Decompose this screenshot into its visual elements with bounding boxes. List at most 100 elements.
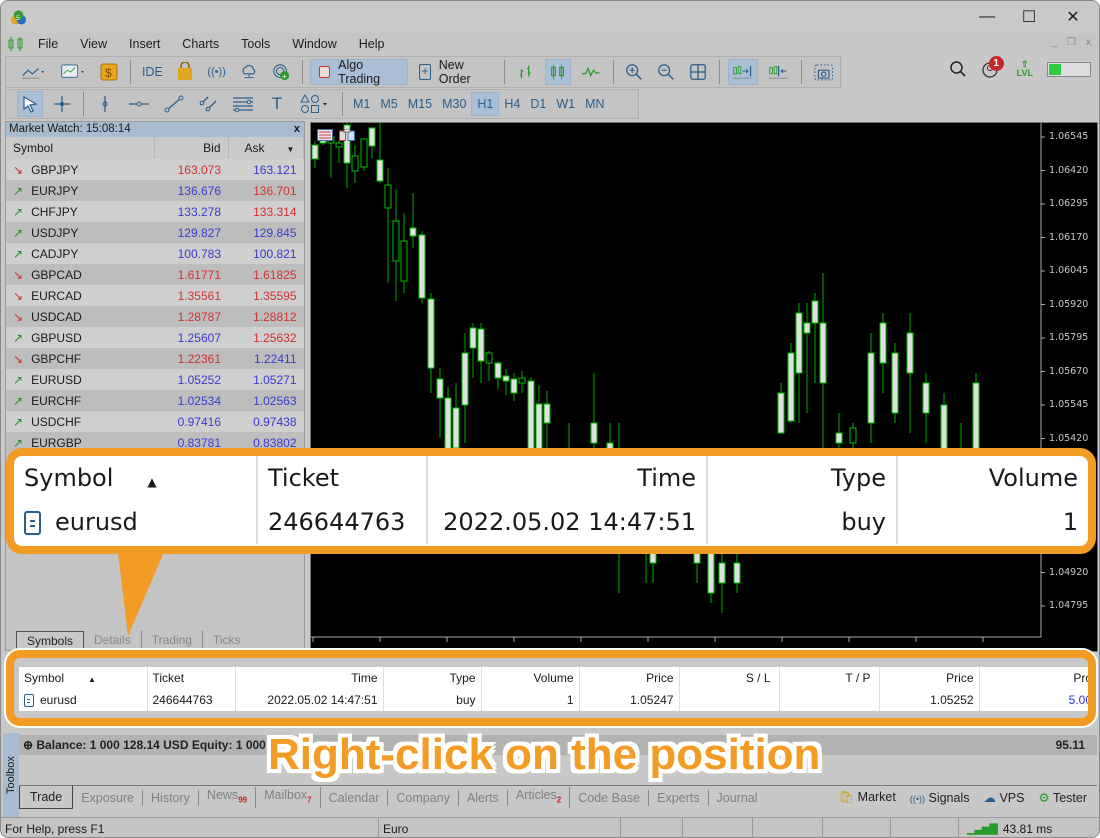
menu-charts[interactable]: Charts (171, 37, 230, 51)
tab-news[interactable]: News99 (199, 786, 257, 809)
tab-code-base[interactable]: Code Base (570, 789, 650, 806)
mdi-close-button[interactable]: x (1086, 37, 1091, 48)
menu-tools[interactable]: Tools (230, 37, 281, 51)
timeframe-h1[interactable]: H1 (471, 92, 500, 116)
crosshair-tool[interactable] (49, 91, 75, 117)
tab-exposure[interactable]: Exposure (73, 789, 144, 806)
trendline-tool[interactable] (160, 91, 188, 117)
timeframe-h4[interactable]: H4 (499, 92, 525, 116)
market-watch-row[interactable]: ↘ EURCAD 1.35561 1.35595 (6, 285, 304, 306)
tab-experts[interactable]: Experts (649, 789, 709, 806)
toolbox-label[interactable]: Toolbox (3, 733, 19, 818)
screenshot-button[interactable] (810, 59, 837, 85)
arrow-up-icon: ↗ (13, 330, 24, 345)
mdi-minimize-button[interactable]: _ (1051, 37, 1057, 48)
shapes-tool[interactable] (296, 91, 334, 117)
timeframe-m15[interactable]: M15 (403, 92, 437, 116)
maximize-button[interactable]: ☐ (1009, 5, 1049, 29)
terminal-right-links: 🛍 Market ((•)) Signals ☁ VPS ⚙ Tester (838, 790, 1087, 805)
market-watch-row[interactable]: ↘ GBPCHF 1.22361 1.22411 (6, 348, 304, 369)
cloud-icon: ☁ (983, 791, 996, 805)
market-watch-close-button[interactable]: x (294, 122, 300, 137)
tab-articles[interactable]: Articles2 (508, 786, 571, 809)
menu-file[interactable]: File (27, 37, 69, 51)
market-watch-row[interactable]: ↗ USDCHF 0.97416 0.97438 (6, 411, 304, 432)
timeframe-m5[interactable]: M5 (375, 92, 402, 116)
chart-shift-button[interactable] (764, 59, 793, 85)
balance-text: ⊕ Balance: 1 000 128.14 USD Equity: 1 00… (23, 738, 266, 752)
vertical-line-tool[interactable] (92, 91, 118, 117)
timeframe-mn[interactable]: MN (580, 92, 609, 116)
column-ask[interactable]: Ask ▼ (228, 137, 304, 159)
timeframe-d1[interactable]: D1 (525, 92, 551, 116)
timeframe-m30[interactable]: M30 (437, 92, 471, 116)
tab-history[interactable]: History (143, 789, 199, 806)
market-watch-row[interactable]: ↗ CADJPY 100.783 100.821 (6, 243, 304, 264)
vps-link[interactable]: ☁ VPS (983, 790, 1024, 805)
search-icon[interactable] (949, 60, 967, 78)
candlestick-chart-button[interactable] (545, 59, 572, 85)
deposit-button[interactable]: $ (96, 59, 122, 85)
column-bid[interactable]: Bid (154, 137, 229, 159)
market-watch-row[interactable]: ↗ EURUSD 1.05252 1.05271 (6, 369, 304, 390)
column-symbol[interactable]: Symbol (6, 137, 155, 159)
fibonacci-tool[interactable] (228, 91, 258, 117)
mdi-restore-button[interactable]: ❐ (1067, 37, 1076, 48)
channel-tool[interactable] (194, 91, 222, 117)
templates-button[interactable] (56, 59, 91, 85)
market-button[interactable] (172, 59, 198, 85)
timeframe-m1[interactable]: M1 (348, 92, 375, 116)
menu-view[interactable]: View (69, 37, 118, 51)
community-button[interactable]: + (268, 59, 294, 85)
tester-link[interactable]: ⚙ Tester (1038, 790, 1087, 805)
price-chart[interactable]: 1.06545 1.06420 1.06295 1.06170 1.06045 1.059… (310, 122, 1098, 652)
menu-help[interactable]: Help (348, 37, 396, 51)
tab-symbols[interactable]: Symbols (16, 631, 85, 650)
status-connection[interactable]: ▁▃▅▇ 43.81 ms (959, 818, 1052, 837)
chart-type-line-button[interactable] (17, 59, 50, 85)
market-watch-row[interactable]: ↘ GBPJPY 163.073 163.121 (6, 159, 304, 180)
market-watch-row[interactable]: ↗ USDJPY 129.827 129.845 (6, 222, 304, 243)
tab-alerts[interactable]: Alerts (459, 789, 508, 806)
line-chart-button[interactable] (577, 59, 604, 85)
chart-window-icon[interactable] (339, 129, 355, 141)
auto-scroll-button[interactable] (728, 59, 758, 85)
tab-journal[interactable]: Journal (709, 790, 766, 806)
close-button[interactable]: ✕ (1053, 5, 1093, 29)
market-watch-row[interactable]: ↗ EURJPY 136.676 136.701 (6, 180, 304, 201)
text-tool[interactable]: T (264, 91, 290, 117)
timeframe-w1[interactable]: W1 (551, 92, 580, 116)
market-watch-row[interactable]: ↘ GBPCAD 1.61771 1.61825 (6, 264, 304, 285)
tab-mailbox[interactable]: Mailbox7 (256, 786, 321, 809)
zoomed-position-row[interactable]: eurusd 246644763 2022.05.02 14:47:51 buy… (14, 500, 1088, 544)
tile-windows-button[interactable] (685, 59, 711, 85)
minimize-button[interactable]: — (967, 5, 1007, 29)
bar-chart-button[interactable] (513, 59, 539, 85)
market-watch-row[interactable]: ↗ CHFJPY 133.278 133.314 (6, 201, 304, 222)
horizontal-line-tool[interactable] (124, 91, 154, 117)
zoom-in-button[interactable] (621, 59, 647, 85)
status-profile[interactable]: Euro (379, 818, 621, 837)
tab-calendar[interactable]: Calendar (321, 789, 389, 806)
signals-button[interactable]: ((•)) (204, 59, 230, 85)
signals-link[interactable]: ((•)) Signals (910, 791, 970, 805)
chart-properties-icon[interactable] (317, 129, 333, 141)
tab-trade[interactable]: Trade (19, 786, 74, 809)
ide-button[interactable]: IDE (139, 59, 165, 85)
zoom-out-button[interactable] (653, 59, 679, 85)
tab-company[interactable]: Company (388, 789, 459, 806)
account-button[interactable]: 1 (981, 56, 1004, 79)
market-watch-row[interactable]: ↘ USDCAD 1.28787 1.28812 (6, 306, 304, 327)
market-watch-row[interactable]: ↗ GBPUSD 1.25607 1.25632 (6, 327, 304, 348)
tab-ticks[interactable]: Ticks (203, 631, 251, 650)
new-order-button[interactable]: + New Order (414, 58, 496, 86)
vps-button[interactable] (236, 59, 262, 85)
menu-window[interactable]: Window (281, 37, 347, 51)
level-indicator[interactable]: ⇧ LVL (1017, 60, 1033, 78)
market-watch-row[interactable]: ↗ EURCHF 1.02534 1.02563 (6, 390, 304, 411)
cursor-tool[interactable] (17, 91, 43, 117)
algo-trading-button[interactable]: Algo Trading (310, 58, 409, 86)
ask-price: 136.701 (228, 180, 304, 201)
market-link[interactable]: 🛍 Market (838, 790, 896, 805)
menu-insert[interactable]: Insert (118, 37, 171, 51)
